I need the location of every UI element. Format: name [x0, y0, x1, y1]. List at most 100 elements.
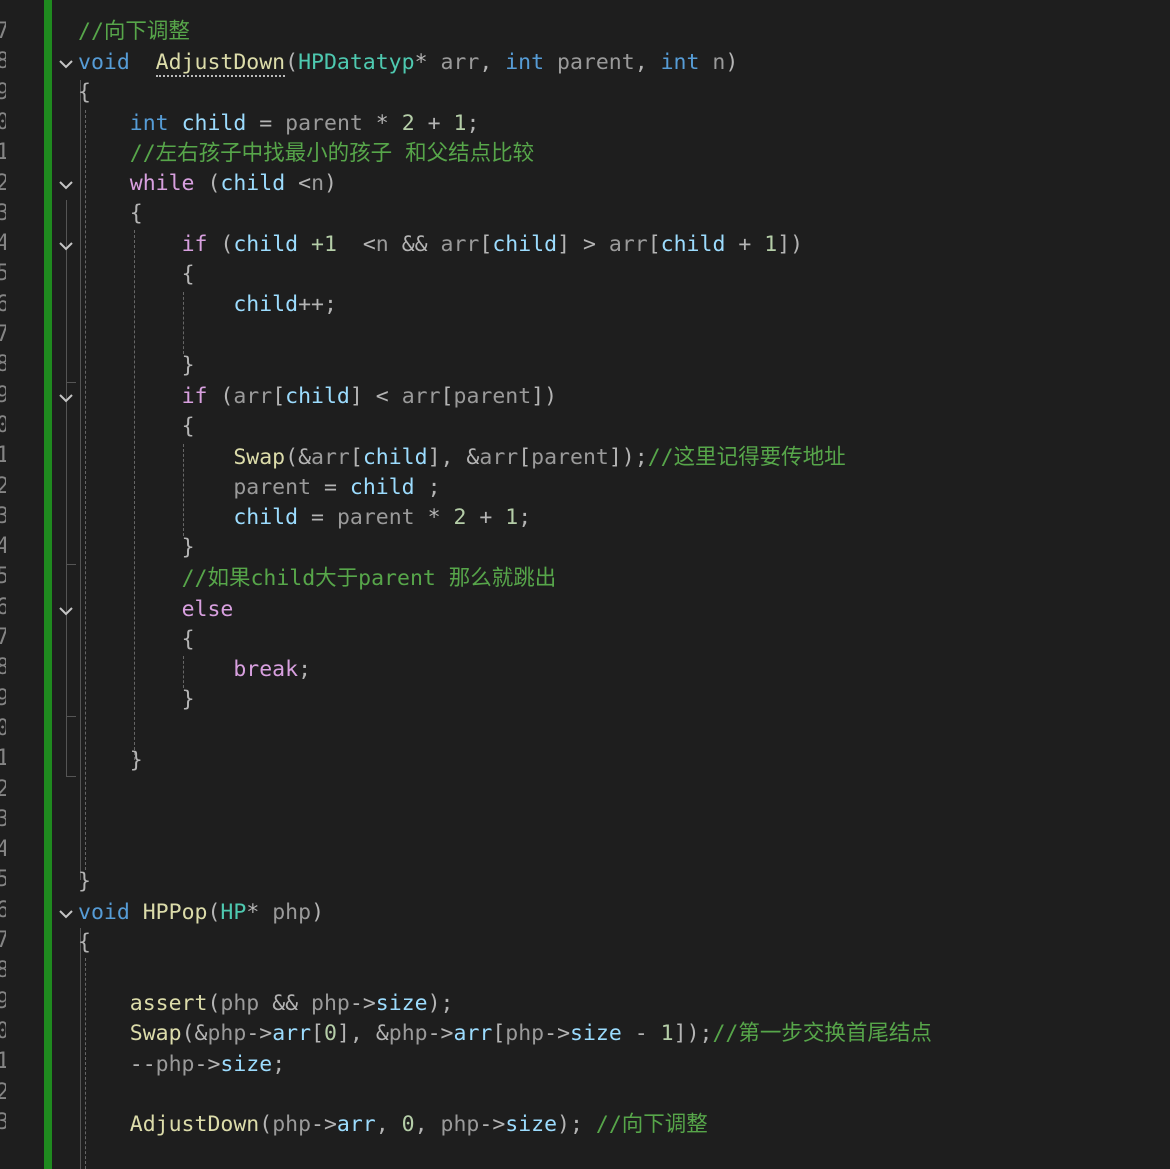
number: 1	[505, 505, 519, 530]
variable: child	[349, 475, 415, 500]
comment: //左右孩子中找最小的孩子 和父结点比较	[129, 141, 535, 166]
brace: {	[78, 930, 91, 955]
code-line[interactable]: --php->size;	[78, 1050, 285, 1080]
code-line[interactable]: if (arr[child] < arr[parent])	[78, 382, 558, 412]
punct: ]	[608, 445, 622, 470]
code-line[interactable]: parent = child ;	[78, 473, 440, 503]
parameter: php	[220, 991, 260, 1016]
variable: child	[285, 384, 350, 409]
line-number: 7	[0, 623, 6, 653]
variable: child	[233, 505, 299, 530]
code-line[interactable]: if (child +1 <n && arr[child] > arr[chil…	[78, 230, 804, 260]
code-line[interactable]: }	[78, 867, 91, 897]
line-number: 7	[0, 17, 6, 47]
code-line[interactable]: {	[78, 260, 195, 290]
chevron-down-icon[interactable]	[58, 177, 74, 193]
parameter: arr	[401, 384, 441, 409]
code-line[interactable]: {	[78, 928, 91, 958]
code-line[interactable]: else	[78, 595, 234, 625]
punct: ,	[375, 1112, 389, 1137]
line-number: 1	[0, 138, 6, 168]
punct: ,	[349, 1021, 363, 1046]
parameter: parent	[285, 111, 363, 136]
operator: &	[194, 1021, 208, 1046]
punct: ;	[518, 505, 532, 530]
operator: +	[738, 232, 752, 257]
code-line[interactable]: //如果child大于parent 那么就跳出	[78, 564, 557, 594]
function-name: Swap	[129, 1021, 182, 1046]
punct: [	[492, 1021, 506, 1046]
code-line[interactable]: }	[78, 533, 195, 563]
line-number: 1	[0, 1047, 6, 1077]
code-line[interactable]: {	[78, 412, 195, 442]
parameter: arr	[233, 384, 273, 409]
code-line[interactable]: }	[78, 351, 195, 381]
fold-end-tick	[66, 382, 76, 383]
code-line[interactable]: child = parent * 2 + 1;	[78, 503, 531, 533]
chevron-down-icon[interactable]	[58, 238, 74, 254]
parameter: parent	[233, 475, 312, 500]
code-line[interactable]: //向下调整	[78, 17, 190, 47]
parameter: php	[272, 900, 312, 925]
code-line[interactable]: while (child <n)	[78, 169, 337, 199]
member: arr	[272, 1021, 312, 1046]
chevron-down-icon[interactable]	[58, 603, 74, 619]
operator: --	[129, 1052, 156, 1077]
number: 1	[764, 232, 778, 257]
line-number: 4	[0, 229, 6, 259]
code-line[interactable]: AdjustDown(php->arr, 0, php->size); //向下…	[78, 1110, 708, 1140]
comment: //这里记得要传地址	[647, 445, 846, 470]
code-line[interactable]: break;	[78, 655, 311, 685]
code-line[interactable]: void AdjustDown(HPDatatyp* arr, int pare…	[78, 48, 738, 78]
code-line[interactable]: }	[78, 746, 143, 776]
comment: //如果child大于parent 那么就跳出	[181, 566, 557, 591]
operator: +	[479, 505, 493, 530]
code-line[interactable]: int child = parent * 2 + 1;	[78, 109, 480, 139]
punct: ,	[414, 1112, 428, 1137]
function-name: AdjustDown	[155, 50, 286, 77]
punct: )	[544, 384, 558, 409]
keyword: int	[660, 50, 700, 75]
code-line[interactable]: Swap(&php->arr[0], &php->arr[php->size -…	[78, 1019, 932, 1049]
punct: (	[207, 900, 221, 925]
code-line[interactable]: {	[78, 78, 91, 108]
punct: )	[311, 900, 325, 925]
punct: ;	[466, 111, 480, 136]
chevron-down-icon[interactable]	[58, 390, 74, 406]
code-line[interactable]: child++;	[78, 290, 337, 320]
brace: {	[181, 262, 195, 287]
code-line[interactable]: //左右孩子中找最小的孩子 和父结点比较	[78, 139, 534, 169]
punct: [	[349, 445, 363, 470]
punct: )	[427, 991, 441, 1016]
number: 1	[453, 111, 467, 136]
code-line[interactable]: Swap(&arr[child], &arr[parent]);//这里记得要传…	[78, 443, 846, 473]
member: arr	[336, 1112, 376, 1137]
operator: ->	[349, 991, 376, 1016]
code-line[interactable]: void HPPop(HP* php)	[78, 898, 324, 928]
number: 0	[324, 1021, 337, 1046]
line-number: 9	[0, 684, 6, 714]
code-line[interactable]: }	[78, 685, 195, 715]
parameter: parent	[336, 505, 415, 530]
variable: child	[220, 171, 286, 196]
line-number: 0	[0, 714, 6, 744]
chevron-down-icon[interactable]	[58, 56, 74, 72]
line-number: 0	[0, 411, 6, 441]
line-number-gutter: 7890123456789012345678901234567890123	[0, 0, 44, 1169]
operator: >	[582, 232, 596, 257]
operator: *	[414, 50, 428, 75]
brace: }	[129, 748, 143, 773]
punct: )	[725, 50, 739, 75]
operator: =	[323, 475, 337, 500]
punct: ,	[440, 445, 454, 470]
number: 0	[401, 1112, 415, 1137]
code-editor[interactable]: //向下调整 void AdjustDown(HPDatatyp* arr, i…	[52, 0, 1170, 1169]
punct: )	[557, 1112, 570, 1137]
punct: ;	[298, 657, 312, 682]
code-line[interactable]: assert(php && php->size);	[78, 989, 454, 1019]
code-line[interactable]: {	[78, 625, 195, 655]
member: size	[505, 1112, 558, 1137]
code-line[interactable]: {	[78, 199, 143, 229]
chevron-down-icon[interactable]	[58, 906, 74, 922]
line-number: 6	[0, 896, 6, 926]
